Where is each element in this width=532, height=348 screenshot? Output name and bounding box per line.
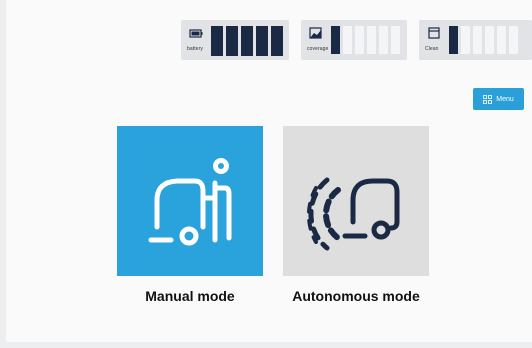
manual-mode-button[interactable]	[117, 126, 263, 276]
coverage-label: coverage	[307, 46, 329, 52]
clean-level-bar	[449, 26, 518, 54]
menu-label: Menu	[496, 95, 514, 103]
battery-segment	[241, 26, 253, 56]
coverage-segment	[355, 26, 364, 54]
coverage-segment	[391, 26, 400, 54]
bin-icon	[428, 27, 440, 39]
coverage-segment	[379, 26, 388, 54]
clean-segment	[473, 26, 482, 54]
battery-label: battery	[187, 46, 203, 52]
clean-status-panel: Clean	[419, 20, 532, 60]
clean-segment	[449, 26, 458, 54]
autonomous-mode-label: Autonomous mode	[292, 288, 420, 304]
clean-segment	[509, 26, 518, 54]
coverage-segment	[331, 26, 340, 54]
clean-segment	[485, 26, 494, 54]
clean-label: Clean	[425, 46, 439, 52]
battery-level-bar	[211, 26, 283, 56]
battery-segment	[256, 26, 268, 56]
grid-icon	[483, 94, 493, 104]
menu-button[interactable]: Menu	[473, 88, 524, 110]
coverage-segment	[343, 26, 352, 54]
coverage-status-panel: coverage	[301, 20, 407, 60]
battery-segment	[271, 26, 283, 56]
manual-mode-label: Manual mode	[145, 288, 235, 304]
battery-status-panel: battery	[181, 20, 289, 60]
battery-icon	[189, 29, 203, 38]
autonomous-mode-button[interactable]	[283, 126, 429, 276]
coverage-segment	[367, 26, 376, 54]
autonomous-machine-with-sensor-waves-icon	[306, 177, 400, 251]
app-screen: battery coverage Clean Menu Manual mode …	[0, 0, 532, 348]
clean-segment	[461, 26, 470, 54]
battery-segment	[211, 26, 223, 56]
battery-segment	[226, 26, 238, 56]
coverage-level-bar	[331, 26, 400, 54]
map-icon	[309, 27, 322, 39]
operator-with-cleaning-machine-icon	[148, 158, 232, 246]
clean-segment	[497, 26, 506, 54]
